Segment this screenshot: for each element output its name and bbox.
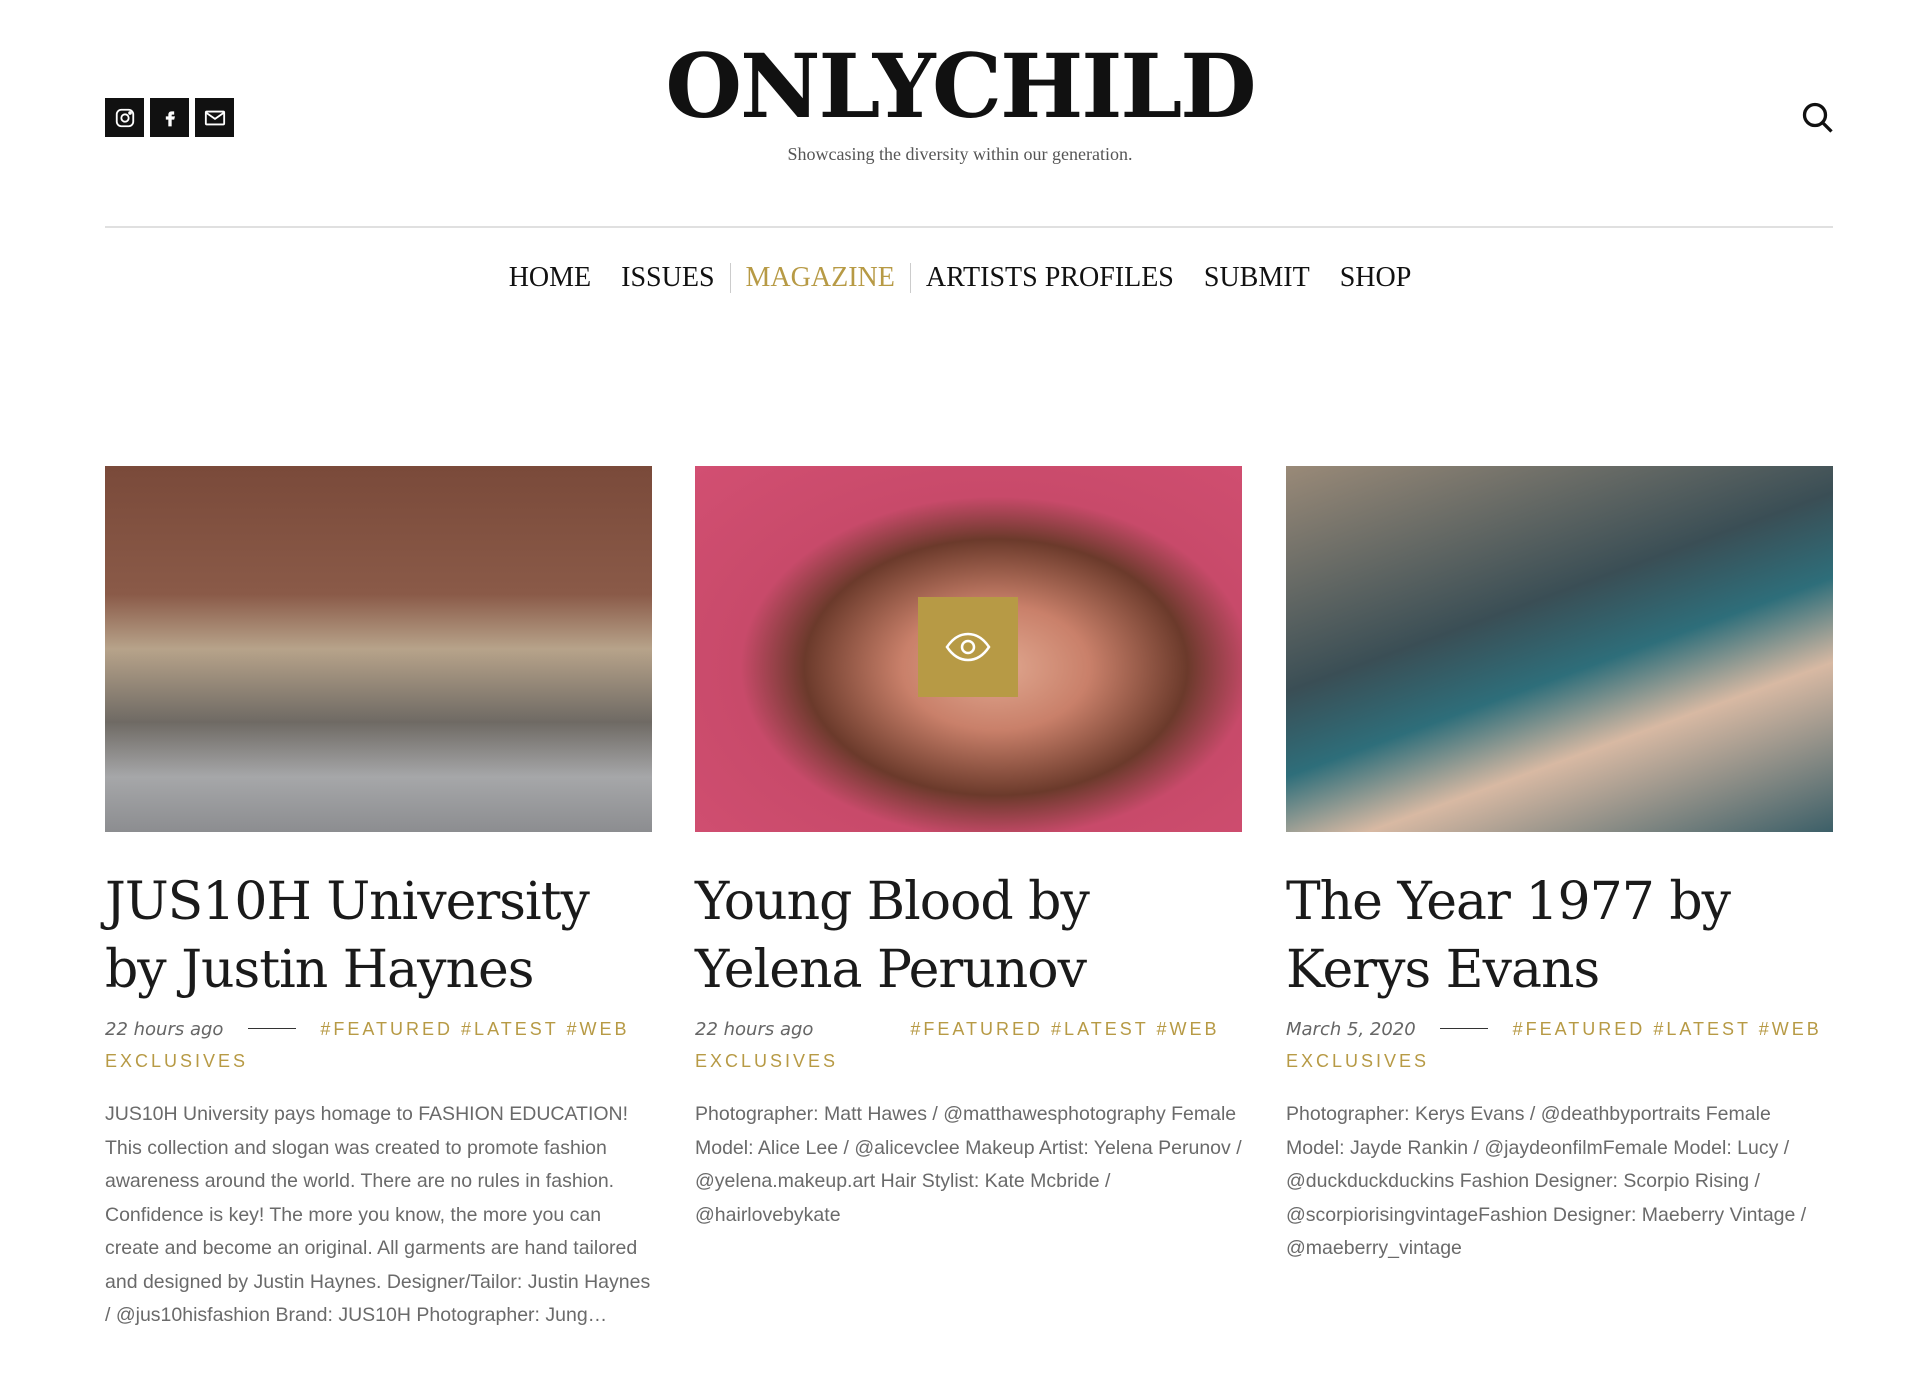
tag-featured[interactable]: #FEATURED (910, 1019, 1043, 1039)
meta-divider (838, 1028, 886, 1029)
site-tagline: Showcasing the diversity within our gene… (787, 144, 1133, 164)
article-meta: March 5, 2020 #FEATURED #LATEST #WEB EXC… (1286, 1014, 1833, 1078)
tag-latest[interactable]: #LATEST (1653, 1019, 1750, 1039)
nav-home[interactable]: HOME (494, 262, 606, 294)
article-title[interactable]: Young Blood by Yelena Perunov (695, 868, 1242, 1004)
branding: ONLYCHILD Showcasing the diversity withi… (0, 42, 1920, 165)
article-excerpt: Photographer: Kerys Evans / @deathbyport… (1286, 1103, 1807, 1259)
article-date: 22 hours ago (105, 1019, 224, 1040)
tag-featured[interactable]: #FEATURED (320, 1019, 453, 1039)
tag-latest[interactable]: #LATEST (461, 1019, 558, 1039)
article-card: The Year 1977 by Kerys Evans March 5, 20… (1286, 466, 1833, 1266)
nav-magazine[interactable]: MAGAZINE (731, 262, 910, 294)
tag-featured[interactable]: #FEATURED (1513, 1019, 1646, 1039)
article-grid: JUS10H University by Justin Haynes 22 ho… (105, 466, 1833, 1366)
article-meta: 22 hours ago #FEATURED #LATEST #WEB EXCL… (695, 1014, 1242, 1078)
nav-issues[interactable]: ISSUES (606, 262, 729, 294)
article-meta: 22 hours ago #FEATURED #LATEST #WEB EXCL… (105, 1014, 652, 1078)
article-image[interactable] (105, 466, 652, 832)
article-title[interactable]: JUS10H University by Justin Haynes (105, 868, 652, 1004)
site-logo[interactable]: ONLYCHILD (0, 42, 1920, 130)
eye-icon[interactable] (918, 597, 1018, 697)
nav-submit[interactable]: SUBMIT (1189, 262, 1325, 294)
article-image[interactable] (695, 466, 1242, 832)
article-image[interactable] (1286, 466, 1833, 832)
article-card: Young Blood by Yelena Perunov 22 hours a… (695, 466, 1242, 1232)
article-date: March 5, 2020 (1286, 1019, 1416, 1040)
nav-artists-profiles[interactable]: ARTISTS PROFILES (911, 262, 1189, 294)
article-excerpt: Photographer: Matt Hawes / @matthawespho… (695, 1103, 1242, 1226)
main-nav: HOME ISSUES MAGAZINE ARTISTS PROFILES SU… (0, 262, 1920, 294)
meta-divider (247, 1028, 296, 1030)
header-divider (105, 226, 1833, 228)
article-card: JUS10H University by Justin Haynes 22 ho… (105, 466, 652, 1333)
meta-divider (1440, 1028, 1489, 1030)
article-title[interactable]: The Year 1977 by Kerys Evans (1286, 868, 1833, 1004)
site-header: ONLYCHILD Showcasing the diversity withi… (0, 0, 1920, 228)
article-date: 22 hours ago (695, 1019, 814, 1040)
nav-shop[interactable]: SHOP (1325, 262, 1427, 294)
tag-latest[interactable]: #LATEST (1051, 1019, 1148, 1039)
article-excerpt: JUS10H University pays homage to FASHION… (105, 1103, 651, 1326)
search-icon[interactable] (1800, 100, 1836, 141)
